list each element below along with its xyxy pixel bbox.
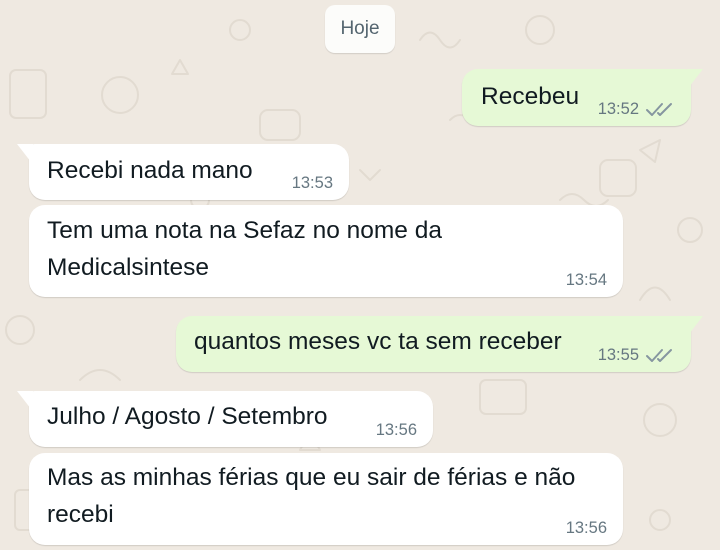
double-check-icon bbox=[646, 103, 672, 116]
message-time: 13:52 bbox=[597, 100, 639, 118]
message-meta: 13:56 bbox=[566, 519, 607, 538]
bubble-tail bbox=[17, 391, 33, 409]
date-chip: Hoje bbox=[325, 5, 395, 53]
message-text: Recebi nada mano bbox=[47, 157, 253, 184]
message-bubble-incoming[interactable]: Recebi nada mano 13:53 bbox=[17, 144, 349, 200]
bubble-tail bbox=[17, 144, 33, 162]
message-bubble-outgoing[interactable]: quantos meses vc ta sem receber 13:55 bbox=[176, 316, 703, 372]
chat-area: Hoje Recebeu 13:52 Recebi nada mano 13:5… bbox=[0, 0, 720, 550]
message-meta: 13:54 bbox=[566, 271, 607, 290]
message-meta: 13:55 bbox=[598, 346, 675, 365]
message-time: 13:56 bbox=[375, 421, 417, 439]
message-time: 13:54 bbox=[565, 271, 607, 289]
message-meta: 13:53 bbox=[292, 174, 333, 193]
message-text: Mas as minhas férias que eu sair de féri… bbox=[47, 464, 576, 528]
message-text: Julho / Agosto / Setembro bbox=[47, 403, 328, 430]
message-time: 13:53 bbox=[291, 174, 333, 192]
message-time: 13:55 bbox=[597, 346, 639, 364]
message-bubble-incoming[interactable]: Julho / Agosto / Setembro 13:56 bbox=[17, 391, 433, 447]
double-check-icon bbox=[646, 349, 672, 362]
message-time: 13:56 bbox=[565, 519, 607, 537]
message-meta: 13:56 bbox=[376, 421, 417, 440]
bubble-tail bbox=[687, 69, 703, 87]
message-meta: 13:52 bbox=[598, 100, 675, 119]
message-text: Tem uma nota na Sefaz no nome da Medical… bbox=[47, 217, 442, 281]
bubble-tail bbox=[687, 316, 703, 334]
message-bubble-incoming[interactable]: Mas as minhas férias que eu sair de féri… bbox=[29, 453, 623, 545]
message-bubble-outgoing[interactable]: Recebeu 13:52 bbox=[462, 69, 703, 126]
message-bubble-incoming[interactable]: Tem uma nota na Sefaz no nome da Medical… bbox=[29, 205, 623, 297]
date-chip-label: Hoje bbox=[340, 18, 380, 39]
